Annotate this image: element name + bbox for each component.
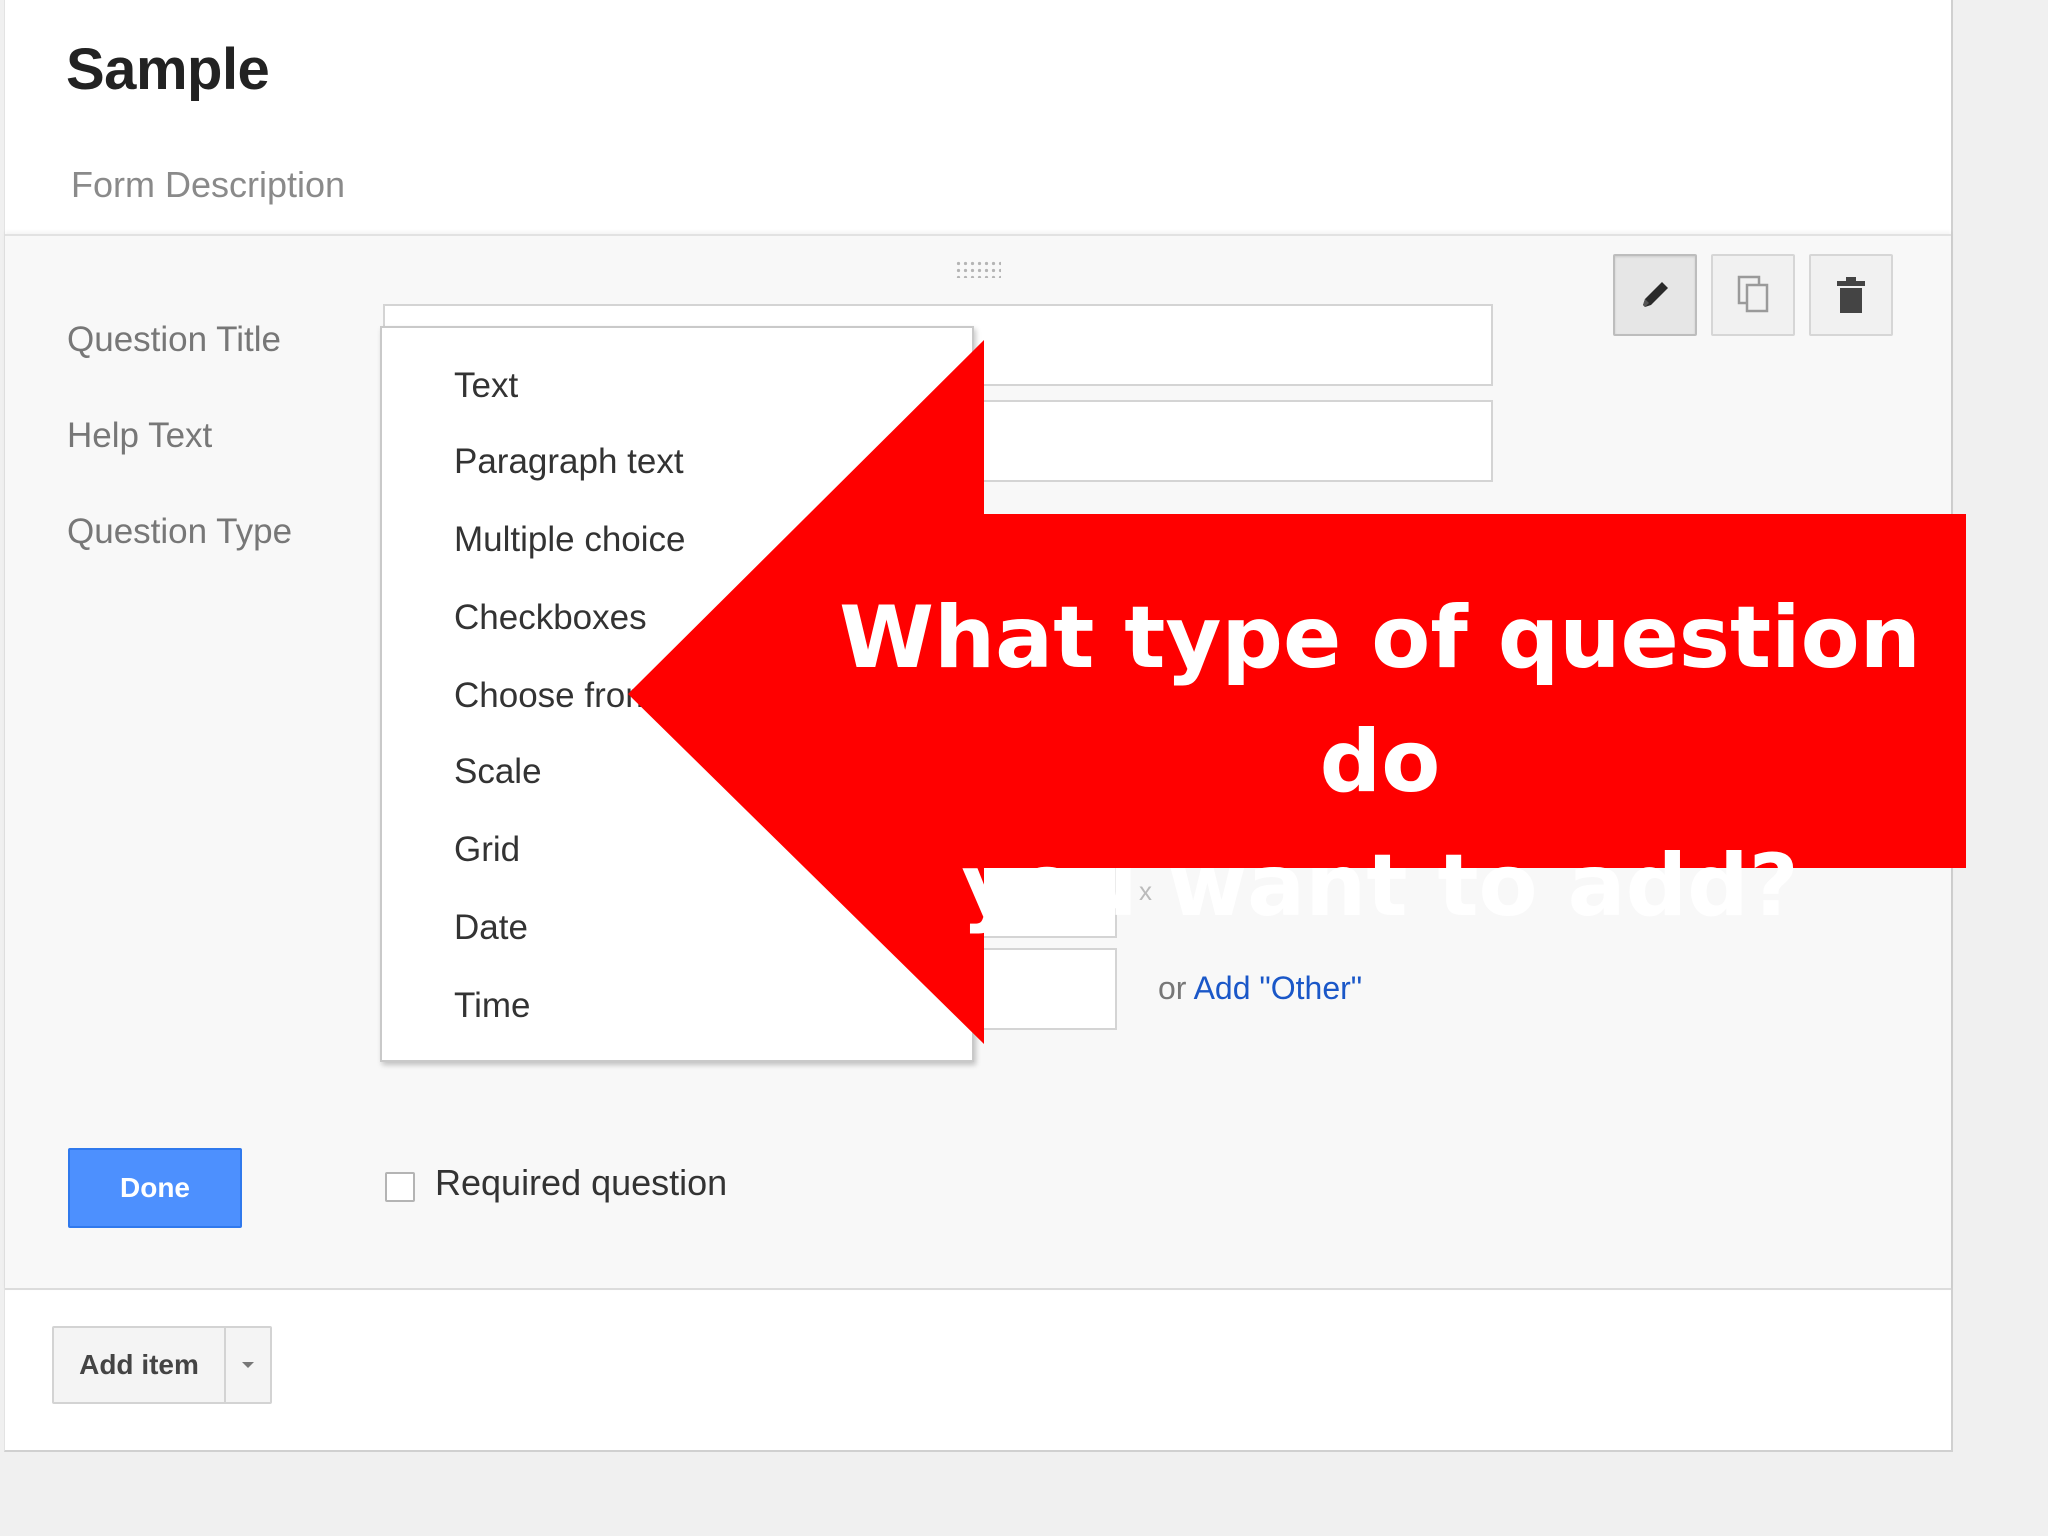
menu-item-grid[interactable]: Grid xyxy=(454,830,520,870)
menu-item-scale[interactable]: Scale xyxy=(454,752,542,792)
callout-line-2: you want to add? xyxy=(961,836,1799,936)
menu-item-time[interactable]: Time xyxy=(454,986,530,1026)
edit-button[interactable] xyxy=(1613,254,1697,336)
duplicate-icon xyxy=(1737,275,1769,313)
add-item-control: Add item xyxy=(52,1326,272,1404)
required-checkbox[interactable] xyxy=(385,1172,415,1202)
add-item-button[interactable]: Add item xyxy=(54,1328,226,1402)
menu-item-paragraph-text[interactable]: Paragraph text xyxy=(454,442,684,482)
pencil-icon xyxy=(1643,282,1668,307)
form-description-field[interactable]: Form Description xyxy=(71,164,345,206)
add-item-dropdown[interactable] xyxy=(226,1328,270,1402)
add-other-row: or Add "Other" xyxy=(1158,970,1362,1007)
help-text-label: Help Text xyxy=(67,416,213,455)
delete-button[interactable] xyxy=(1809,254,1893,336)
menu-item-choose-from-list[interactable]: Choose from xyxy=(454,676,654,716)
required-question-label: Required question xyxy=(435,1162,728,1203)
trash-icon xyxy=(1837,277,1865,313)
menu-item-text[interactable]: Text xyxy=(454,366,518,406)
add-other-link[interactable]: Add "Other" xyxy=(1194,970,1363,1006)
callout-line-1: What type of question do xyxy=(839,588,1921,812)
menu-item-date[interactable]: Date xyxy=(454,908,528,948)
duplicate-button[interactable] xyxy=(1711,254,1795,336)
form-title[interactable]: Sample xyxy=(66,36,270,103)
chevron-down-icon xyxy=(242,1362,254,1368)
drag-handle-icon[interactable] xyxy=(955,260,1001,278)
menu-item-checkboxes[interactable]: Checkboxes xyxy=(454,598,647,638)
callout-text: What type of question do you want to add… xyxy=(830,576,1930,948)
done-button[interactable]: Done xyxy=(68,1148,242,1228)
add-other-prefix: or xyxy=(1158,970,1187,1006)
question-title-label: Question Title xyxy=(67,320,281,359)
question-type-label: Question Type xyxy=(67,512,293,551)
menu-item-multiple-choice[interactable]: Multiple choice xyxy=(454,520,686,560)
